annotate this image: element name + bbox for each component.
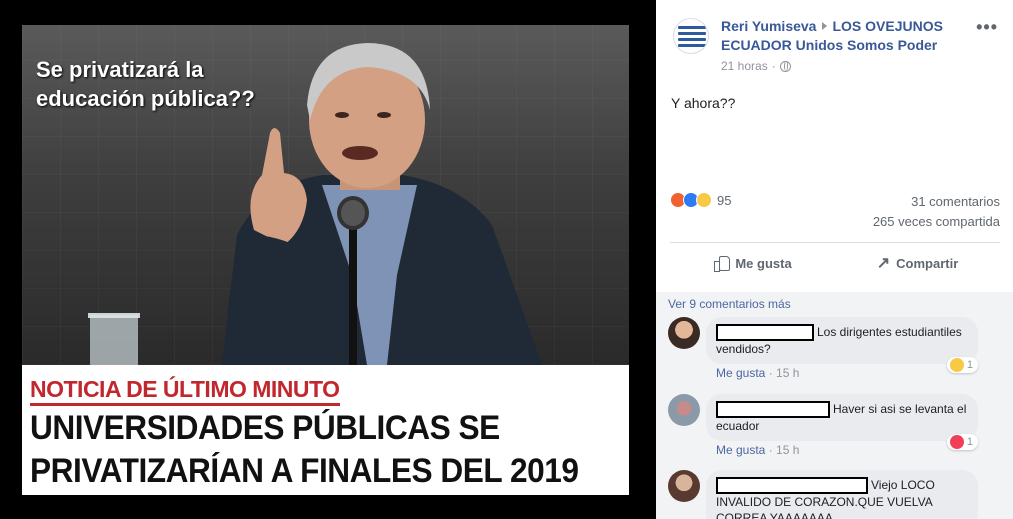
share-arrow-icon: ↗	[876, 255, 891, 272]
commenter-avatar[interactable]	[668, 470, 700, 502]
post-time[interactable]: 21 horas	[721, 59, 768, 73]
comment-links: Me gusta · 15 h	[716, 443, 800, 457]
commenter-avatar[interactable]	[668, 394, 700, 426]
commenter-avatar[interactable]	[668, 317, 700, 349]
comment-time[interactable]: 15 h	[776, 366, 799, 380]
like-button[interactable]: Me gusta	[670, 244, 835, 282]
news-banner: NOTICIA DE ÚLTIMO MINUTO UNIVERSIDADES P…	[22, 365, 629, 495]
post-header: Reri Yumiseva LOS OVEJUNOS ECUADOR Unidos…	[670, 14, 1010, 74]
photo-question-text: Se privatizará la educación pública??	[36, 57, 255, 111]
comment-reaction-badge[interactable]: 1	[946, 434, 978, 450]
comments-section: Ver 9 comentarios más Los dirigentes est…	[656, 292, 1013, 519]
more-options-icon[interactable]: •••	[976, 18, 998, 36]
redacted-name	[716, 324, 814, 342]
post-text: Y ahora??	[671, 95, 736, 111]
post-header-text: Reri Yumiseva LOS OVEJUNOS ECUADOR Unidos…	[721, 17, 971, 55]
thumbs-up-icon	[713, 255, 731, 272]
share-label: Compartir	[896, 255, 959, 271]
view-more-comments-link[interactable]: Ver 9 comentarios más	[668, 297, 791, 311]
comment-reaction-badge[interactable]: 1	[946, 357, 978, 373]
comment-bubble: Los dirigentes estudiantiles vendidos?	[706, 317, 978, 365]
photo-viewer: Se privatizará la educación pública?? NO…	[0, 0, 656, 519]
wow-reaction-icon	[696, 192, 712, 208]
arrow-right-icon	[822, 22, 828, 30]
banner-kicker: NOTICIA DE ÚLTIMO MINUTO	[30, 375, 340, 406]
author-link[interactable]: Reri Yumiseva	[721, 18, 816, 34]
reaction-count: 95	[717, 192, 732, 208]
banner-headline-line-1: UNIVERSIDADES PÚBLICAS SE	[30, 409, 500, 447]
comment-like-link[interactable]: Me gusta	[716, 366, 765, 380]
share-button[interactable]: ↗ Compartir	[835, 244, 1000, 282]
shares-count-link[interactable]: 265 veces compartida	[873, 214, 1000, 229]
post-panel: Reri Yumiseva LOS OVEJUNOS ECUADOR Unidos…	[656, 0, 1013, 519]
comment-bubble: Viejo LOCO INVALIDO DE CORAZON.QUE VUELV…	[706, 470, 978, 519]
reaction-summary[interactable]: 95	[670, 192, 731, 208]
post-stats: 95 31 comentarios 265 veces compartida	[670, 190, 1000, 230]
comment-reaction-count: 1	[966, 436, 973, 448]
redacted-name	[716, 401, 830, 419]
redacted-name	[716, 477, 868, 495]
comment-links: Me gusta · 15 h	[716, 366, 800, 380]
comment-time[interactable]: 15 h	[776, 443, 799, 457]
post-meta: 21 horas ·	[721, 59, 791, 73]
like-label: Me gusta	[735, 255, 792, 271]
globe-icon[interactable]	[779, 60, 791, 72]
heart-reaction-icon	[949, 435, 964, 449]
post-actions: Me gusta ↗ Compartir	[670, 244, 1000, 282]
divider	[670, 242, 1000, 243]
comments-count-link[interactable]: 31 comentarios	[911, 194, 1000, 209]
wow-reaction-icon	[949, 358, 964, 372]
post-photo[interactable]: Se privatizará la educación pública?? NO…	[22, 25, 629, 495]
group-avatar[interactable]	[673, 18, 709, 54]
comment-like-link[interactable]: Me gusta	[716, 443, 765, 457]
comment-bubble: Haver si asi se levanta el ecuador	[706, 394, 978, 442]
banner-headline-line-2: PRIVATIZARÍAN A FINALES DEL 2019	[30, 452, 579, 490]
comment-reaction-count: 1	[966, 359, 973, 371]
